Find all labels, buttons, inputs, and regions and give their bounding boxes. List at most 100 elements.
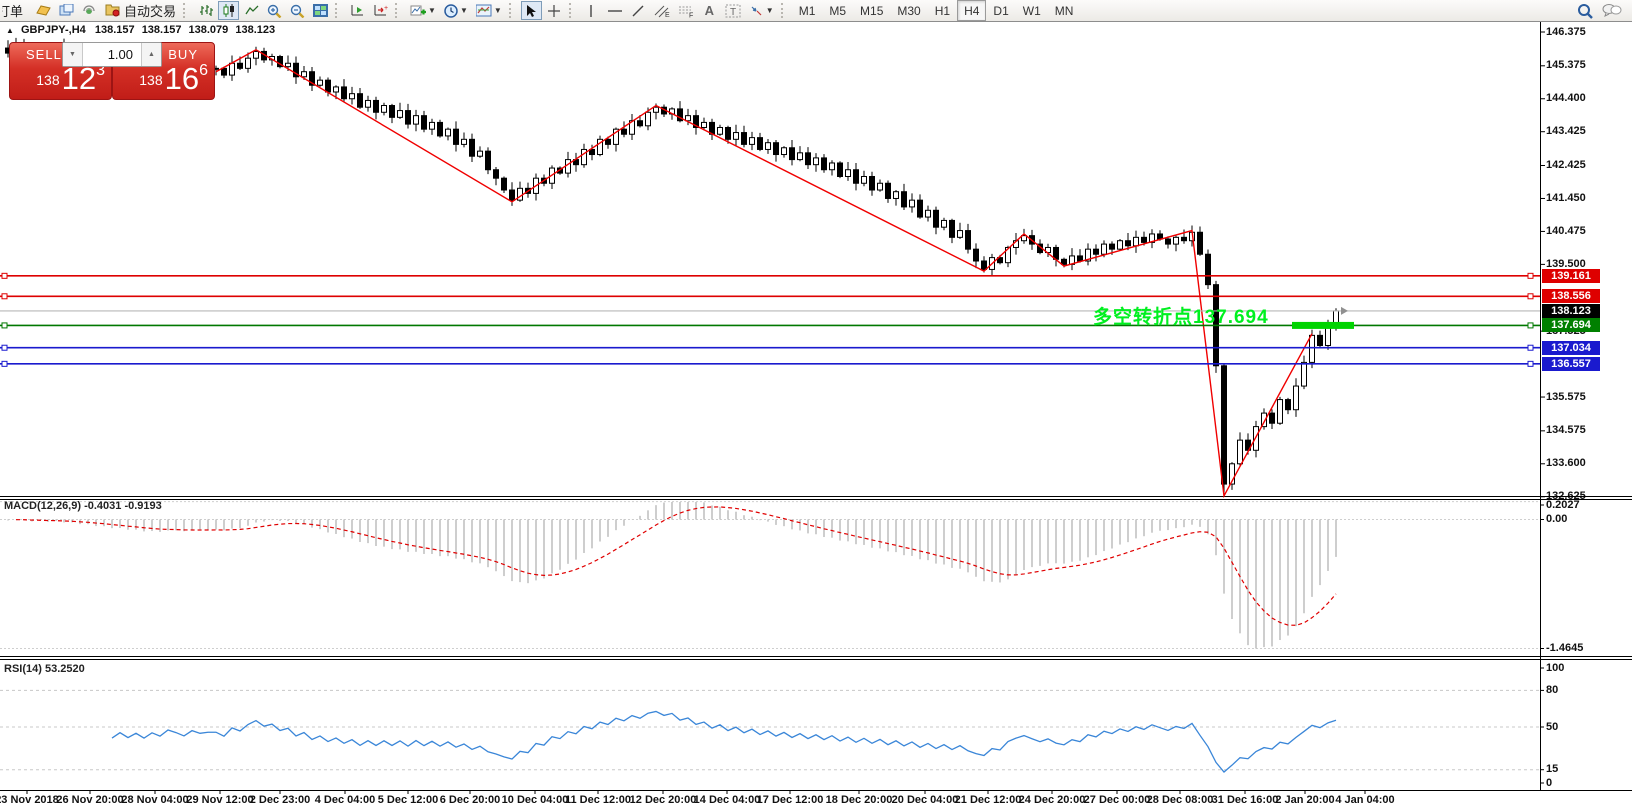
text-tool-icon[interactable]: A	[699, 1, 720, 20]
cursor-tool-icon[interactable]	[520, 1, 542, 20]
candle	[789, 147, 795, 161]
zigzag-line	[215, 48, 1313, 499]
candle	[1269, 412, 1275, 424]
candle	[741, 132, 747, 145]
svg-text:T: T	[730, 7, 736, 18]
rsi-label: RSI(14) 53.2520	[4, 663, 85, 675]
line-chart-type-icon[interactable]	[241, 1, 262, 20]
one-click-trading-panel: SELL 138123 BUY 138166 ▼ 1.00 ▲	[9, 42, 215, 100]
candle	[1293, 385, 1299, 411]
candle	[485, 150, 491, 171]
candle	[1077, 255, 1083, 262]
new-chart-icon[interactable]	[56, 1, 77, 20]
candle	[981, 260, 987, 270]
toolbar-separator	[183, 3, 191, 18]
candle	[1133, 236, 1139, 247]
collapse-icon[interactable]: ▲	[6, 26, 14, 35]
candle	[429, 121, 435, 130]
candle	[1141, 236, 1147, 243]
timeframe-M1[interactable]: M1	[792, 0, 823, 21]
timeframe-H4[interactable]: H4	[957, 0, 987, 21]
template-button[interactable]: ▼	[473, 1, 505, 20]
autotrading-label: 自动交易	[124, 4, 177, 19]
candle	[1117, 240, 1123, 250]
candle	[901, 191, 907, 208]
svg-text:E: E	[665, 12, 670, 18]
candle	[861, 175, 867, 184]
buy-price-point: 6	[199, 62, 208, 79]
candle	[357, 93, 363, 108]
arrows-tool-button[interactable]: ▼	[746, 1, 777, 20]
line-anchor	[1527, 322, 1534, 329]
price-badge-137.034: 137.034	[1542, 340, 1600, 355]
equidistant-channel-tool-icon[interactable]: E	[651, 1, 673, 20]
candlestick-chart-type-icon[interactable]	[218, 1, 240, 20]
toolbar-separator	[335, 3, 343, 18]
candle	[877, 182, 883, 191]
timeframe-M5[interactable]: M5	[822, 0, 853, 21]
volume-decrease-button[interactable]: ▼	[63, 43, 83, 66]
new-order-icon[interactable]	[33, 1, 54, 20]
candle	[1317, 334, 1323, 346]
candle	[1333, 310, 1339, 325]
candle	[765, 142, 771, 150]
candle	[757, 137, 763, 150]
timeframe-MN[interactable]: MN	[1048, 0, 1081, 21]
candle	[1125, 240, 1131, 247]
volume-increase-button[interactable]: ▲	[141, 43, 161, 66]
signals-icon[interactable]	[79, 1, 100, 20]
price-badge-139.161: 139.161	[1542, 268, 1600, 283]
chat-icon[interactable]	[1599, 1, 1625, 20]
place-order-button[interactable]: 打单	[1, 1, 31, 20]
horizontal-line-tool-icon[interactable]	[604, 1, 626, 20]
timeframe-H1[interactable]: H1	[928, 0, 957, 21]
candle	[965, 230, 971, 250]
candle	[1277, 399, 1283, 424]
candle	[829, 162, 835, 171]
text-label-tool-icon[interactable]: T	[722, 1, 744, 20]
period-selector-button[interactable]: ▼	[441, 1, 471, 20]
bar-chart-type-icon[interactable]	[195, 1, 216, 20]
candle	[509, 189, 515, 201]
candle	[389, 105, 395, 118]
trendline-tool-icon[interactable]	[628, 1, 649, 20]
candle	[461, 138, 467, 145]
timeframe-D1[interactable]: D1	[986, 0, 1015, 21]
line-anchor	[1, 344, 8, 351]
timeframe-M30[interactable]: M30	[890, 0, 927, 21]
candle	[925, 209, 931, 218]
buy-label: BUY	[168, 47, 198, 62]
line-anchor	[1, 293, 8, 300]
autotrading-button[interactable]: 自动交易	[102, 1, 179, 20]
candle	[637, 120, 643, 127]
tile-windows-icon[interactable]	[310, 1, 331, 20]
candle	[885, 182, 891, 199]
candle	[301, 71, 307, 78]
candle	[405, 110, 411, 125]
zoom-in-icon[interactable]	[264, 1, 285, 20]
candle	[445, 128, 451, 137]
auto-scroll-icon[interactable]	[347, 1, 368, 20]
timeframe-M15[interactable]: M15	[853, 0, 890, 21]
candle	[469, 138, 475, 157]
candle	[1173, 236, 1179, 245]
fibonacci-tool-icon[interactable]: F	[675, 1, 697, 20]
chevron-down-icon: ▼	[428, 6, 436, 15]
ohlc-low: 138.079	[188, 24, 229, 36]
volume-input[interactable]: 1.00	[83, 43, 141, 66]
crosshair-tool-icon[interactable]	[544, 1, 565, 20]
vertical-line-tool-icon[interactable]	[581, 1, 602, 20]
candle	[893, 191, 899, 199]
timeframe-W1[interactable]: W1	[1016, 0, 1048, 21]
chart-canvas[interactable]	[0, 0, 1632, 812]
line-anchor	[1, 322, 8, 329]
line-anchor	[1, 360, 8, 367]
add-indicator-button[interactable]: ▼	[407, 1, 439, 20]
candle	[621, 128, 627, 135]
zoom-out-icon[interactable]	[287, 1, 308, 20]
candle	[837, 162, 843, 177]
macd-signal-line	[15, 506, 1337, 626]
chart-shift-icon[interactable]: +	[370, 1, 391, 20]
price-badge-137.694: 137.694	[1542, 318, 1600, 333]
search-icon[interactable]	[1574, 1, 1597, 20]
